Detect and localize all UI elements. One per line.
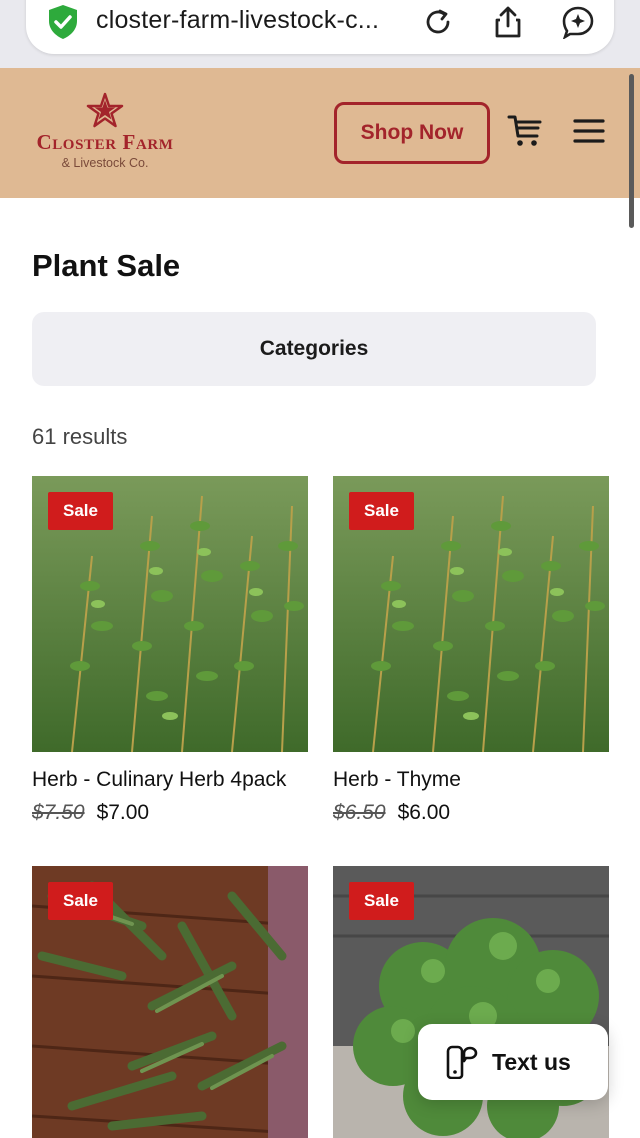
original-price: $7.50 bbox=[32, 801, 85, 824]
categories-button[interactable]: Categories bbox=[32, 312, 596, 386]
share-icon[interactable] bbox=[488, 2, 528, 42]
page-scrollbar[interactable] bbox=[629, 74, 634, 228]
browser-toolbar: closter-farm-livestock-c... bbox=[0, 0, 640, 68]
sale-badge: Sale bbox=[48, 492, 113, 530]
url-text[interactable]: closter-farm-livestock-c... bbox=[96, 6, 379, 35]
reload-icon[interactable] bbox=[418, 2, 458, 42]
product-name[interactable]: Herb - Culinary Herb 4pack bbox=[32, 768, 308, 792]
product-image[interactable]: Sale bbox=[333, 476, 609, 752]
price-row: $7.50 $7.00 bbox=[32, 801, 308, 825]
logo-name: Closter Farm bbox=[36, 130, 174, 154]
text-us-button[interactable]: Text us bbox=[418, 1024, 608, 1100]
shop-now-button[interactable]: Shop Now bbox=[334, 102, 490, 164]
site-header: Closter Farm & Livestock Co. Shop Now bbox=[0, 68, 640, 198]
results-count: 61 results bbox=[32, 424, 128, 449]
sale-badge: Sale bbox=[349, 882, 414, 920]
sale-badge: Sale bbox=[48, 882, 113, 920]
star-icon bbox=[86, 92, 124, 128]
logo-subtitle: & Livestock Co. bbox=[61, 156, 149, 170]
product-image[interactable]: Sale bbox=[32, 866, 308, 1138]
original-price: $6.50 bbox=[333, 801, 386, 824]
shield-check-icon bbox=[49, 5, 77, 39]
product-card[interactable]: Sale Herb - Culinary Herb 4pack $7.50 $7.… bbox=[32, 476, 308, 825]
page-title: Plant Sale bbox=[32, 248, 181, 283]
product-card[interactable]: Sale Herb - Thyme $6.50 $6.00 bbox=[333, 476, 609, 825]
sale-badge: Sale bbox=[349, 492, 414, 530]
site-logo[interactable]: Closter Farm & Livestock Co. bbox=[30, 92, 180, 176]
text-us-label: Text us bbox=[492, 1048, 571, 1075]
product-card[interactable]: Sale bbox=[32, 866, 308, 1138]
product-image[interactable]: Sale bbox=[32, 476, 308, 752]
menu-icon[interactable] bbox=[572, 116, 606, 146]
product-name[interactable]: Herb - Thyme bbox=[333, 768, 609, 792]
sale-price: $6.00 bbox=[397, 801, 451, 824]
cart-icon[interactable] bbox=[506, 112, 544, 150]
sale-price: $7.00 bbox=[96, 801, 150, 824]
price-row: $6.50 $6.00 bbox=[333, 801, 609, 825]
chat-phone-icon bbox=[446, 1045, 478, 1079]
assistant-icon[interactable] bbox=[558, 2, 598, 42]
